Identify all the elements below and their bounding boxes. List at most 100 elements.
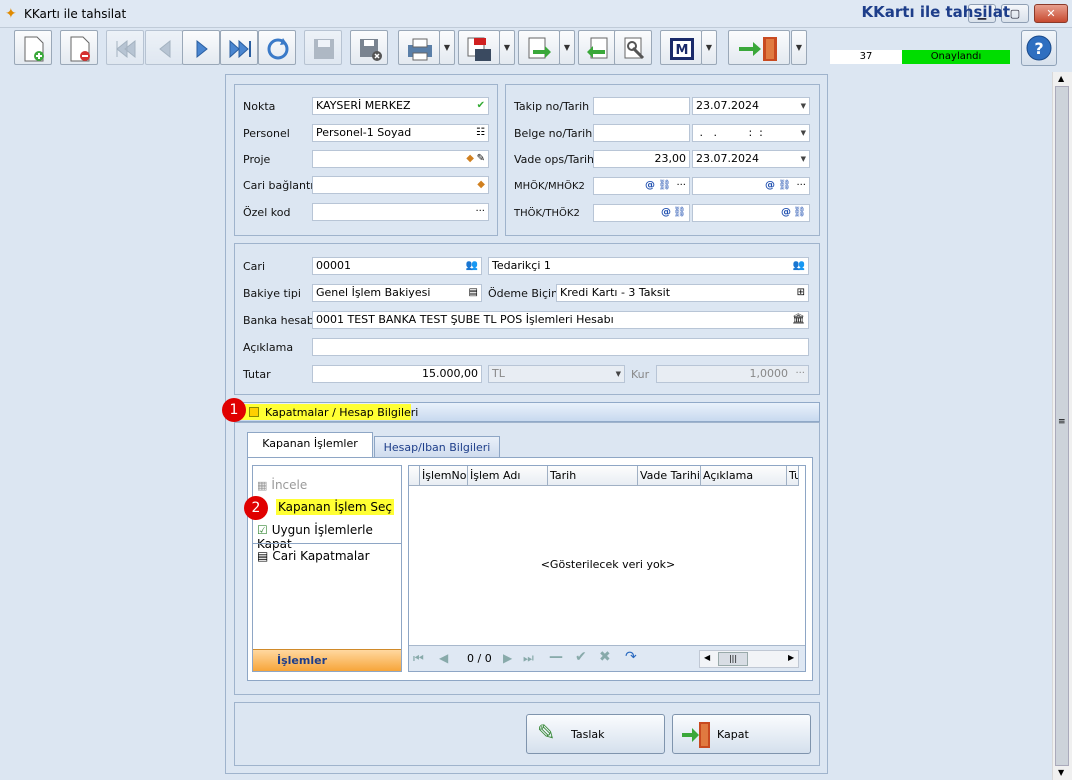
group-toggle-icon[interactable] [249,407,259,417]
tag-icon[interactable]: ◆ [466,152,474,166]
ozel-kod-field[interactable]: ··· [312,203,489,221]
delete-document-button[interactable] [60,30,98,65]
horizontal-scrollbar[interactable]: ◀ ||| ▶ [699,650,799,668]
scroll-up-icon[interactable]: ▲ [1058,74,1064,83]
personel-field[interactable]: Personel-1 Soyad ☷ [312,124,489,142]
ellipsis-icon[interactable]: ··· [795,367,805,381]
tag-icon[interactable]: ◆ [477,178,485,192]
close-window-button[interactable]: ✕ [1034,4,1068,23]
vade-ops-field[interactable]: 23,00 [593,150,690,168]
new-document-button[interactable] [14,30,52,65]
import-button[interactable] [578,30,616,65]
link-icon[interactable]: ⛓ [793,206,806,220]
m-button[interactable]: M [660,30,702,65]
nav-cancel-icon[interactable]: ✖ [599,649,611,665]
belge-date-field[interactable]: . . : : ▼ [692,124,810,142]
cari-name-field[interactable]: Tedarikçi 1 👥 [488,257,809,275]
thok2-field[interactable]: @ ⛓ [692,204,810,222]
odeme-field[interactable]: Kredi Kartı - 3 Taksit ⊞ [556,284,809,302]
print-dropdown[interactable]: ▼ [439,30,455,65]
kapatmalar-group-bar[interactable]: Kapatmalar / Hesap Bilgileri [234,402,820,422]
chevron-down-icon[interactable]: ▼ [616,366,621,382]
nav-remove-icon[interactable]: — [549,649,563,665]
m-dropdown[interactable]: ▼ [701,30,717,65]
thok-field[interactable]: @ ⛓ [593,204,690,222]
currency-select[interactable]: TL ▼ [488,365,625,383]
takip-date-field[interactable]: 23.07.2024 ▼ [692,97,810,115]
pdf-dropdown[interactable]: ▼ [499,30,515,65]
banka-field[interactable]: 0001 TEST BANKA TEST ŞUBE TL POS İşlemle… [312,311,809,329]
chevron-down-icon[interactable]: ▼ [801,151,806,167]
save-button[interactable] [304,30,342,65]
bank-icon[interactable]: 🏛 [792,313,805,327]
transfer-dropdown[interactable]: ▼ [559,30,575,65]
islemler-footer[interactable]: İşlemler [253,649,401,671]
link-icon[interactable]: ⛓ [673,206,686,220]
column-header[interactable]: Tu [787,466,799,486]
exit-dropdown[interactable]: ▼ [791,30,807,65]
pdf-export-button[interactable] [458,30,500,65]
mhok2-field[interactable]: @ ⛓ ··· [692,177,810,195]
calculator-icon[interactable]: ▤ [469,286,478,300]
first-record-button[interactable] [106,30,144,65]
print-button[interactable] [398,30,440,65]
settings-button[interactable] [614,30,652,65]
cari-code-field[interactable]: 00001 👥 [312,257,482,275]
taslak-button[interactable]: ✎ Taslak [526,714,665,754]
column-header[interactable]: İşlemNo [420,466,468,486]
edit-icon[interactable]: ✎ [477,152,485,166]
transfer-button[interactable] [518,30,560,65]
tab-kapanan-islemler[interactable]: Kapanan İşlemler [247,432,373,458]
kapat-button[interactable]: Kapat [672,714,811,754]
scroll-right-icon[interactable]: ▶ [788,653,794,662]
cancel-save-button[interactable] [350,30,388,65]
aciklama-field[interactable] [312,338,809,356]
takip-no-field[interactable] [593,97,690,115]
next-record-button[interactable] [182,30,220,65]
last-record-button[interactable] [220,30,258,65]
nav-first-icon[interactable]: ⏮ [413,651,424,666]
chevron-down-icon[interactable]: ▼ [801,125,806,141]
previous-record-button[interactable] [145,30,183,65]
ellipsis-icon[interactable]: ··· [676,179,686,193]
scroll-down-icon[interactable]: ▼ [1058,768,1064,777]
nav-confirm-icon[interactable]: ✔ [575,649,587,665]
hscroll-thumb[interactable]: ||| [718,652,748,666]
exit-button[interactable] [728,30,790,65]
cari-baglanti-field[interactable]: ◆ [312,176,489,194]
incele-item[interactable]: ▦ İncele [257,478,307,492]
kur-field[interactable]: 1,0000 ··· [656,365,809,383]
nokta-field[interactable]: KAYSERİ MERKEZ ✔ [312,97,489,115]
column-header[interactable]: Açıklama [701,466,787,486]
mhok-field[interactable]: @ ⛓ ··· [593,177,690,195]
tutar-field[interactable]: 15.000,00 [312,365,482,383]
nav-prev-icon[interactable]: ◀ [439,651,448,665]
scroll-left-icon[interactable]: ◀ [704,653,710,662]
nav-next-icon[interactable]: ▶ [503,651,512,665]
column-header[interactable]: Vade Tarihi [638,466,701,486]
tree-icon[interactable]: ⊞ [797,286,805,300]
uygun-islemlerle-kapat-item[interactable]: ☑ Uygun İşlemlerle Kapat [257,523,401,551]
people-icon[interactable]: 👥 [466,259,478,273]
nav-refresh-icon[interactable]: ↷ [625,649,637,665]
link-icon[interactable]: ⛓ [658,179,671,193]
cari-kapatmalar-item[interactable]: ▤ Cari Kapatmalar [257,549,370,563]
lookup-icon[interactable]: ☷ [476,126,485,140]
chevron-down-icon[interactable]: ▼ [801,98,806,114]
refresh-button[interactable] [258,30,296,65]
ellipsis-icon[interactable]: ··· [475,205,485,219]
column-header[interactable]: Tarih [548,466,638,486]
help-button[interactable]: ? [1021,30,1057,66]
link-icon[interactable]: ⛓ [778,179,791,193]
bakiye-field[interactable]: Genel İşlem Bakiyesi ▤ [312,284,482,302]
belge-no-field[interactable] [593,124,690,142]
nav-last-icon[interactable]: ⏭ [523,651,534,666]
ellipsis-icon[interactable]: ··· [796,179,806,193]
people-icon[interactable]: 👥 [793,259,805,273]
column-header[interactable]: İşlem Adı [468,466,548,486]
vertical-scrollbar[interactable]: ▲ ≡ ▼ [1052,72,1072,780]
proje-field[interactable]: ◆ ✎ [312,150,489,168]
kapanan-islem-sec-item[interactable]: Kapanan İşlem Seç [273,499,397,515]
vade-date-field[interactable]: 23.07.2024 ▼ [692,150,810,168]
transfer-icon [528,37,551,59]
